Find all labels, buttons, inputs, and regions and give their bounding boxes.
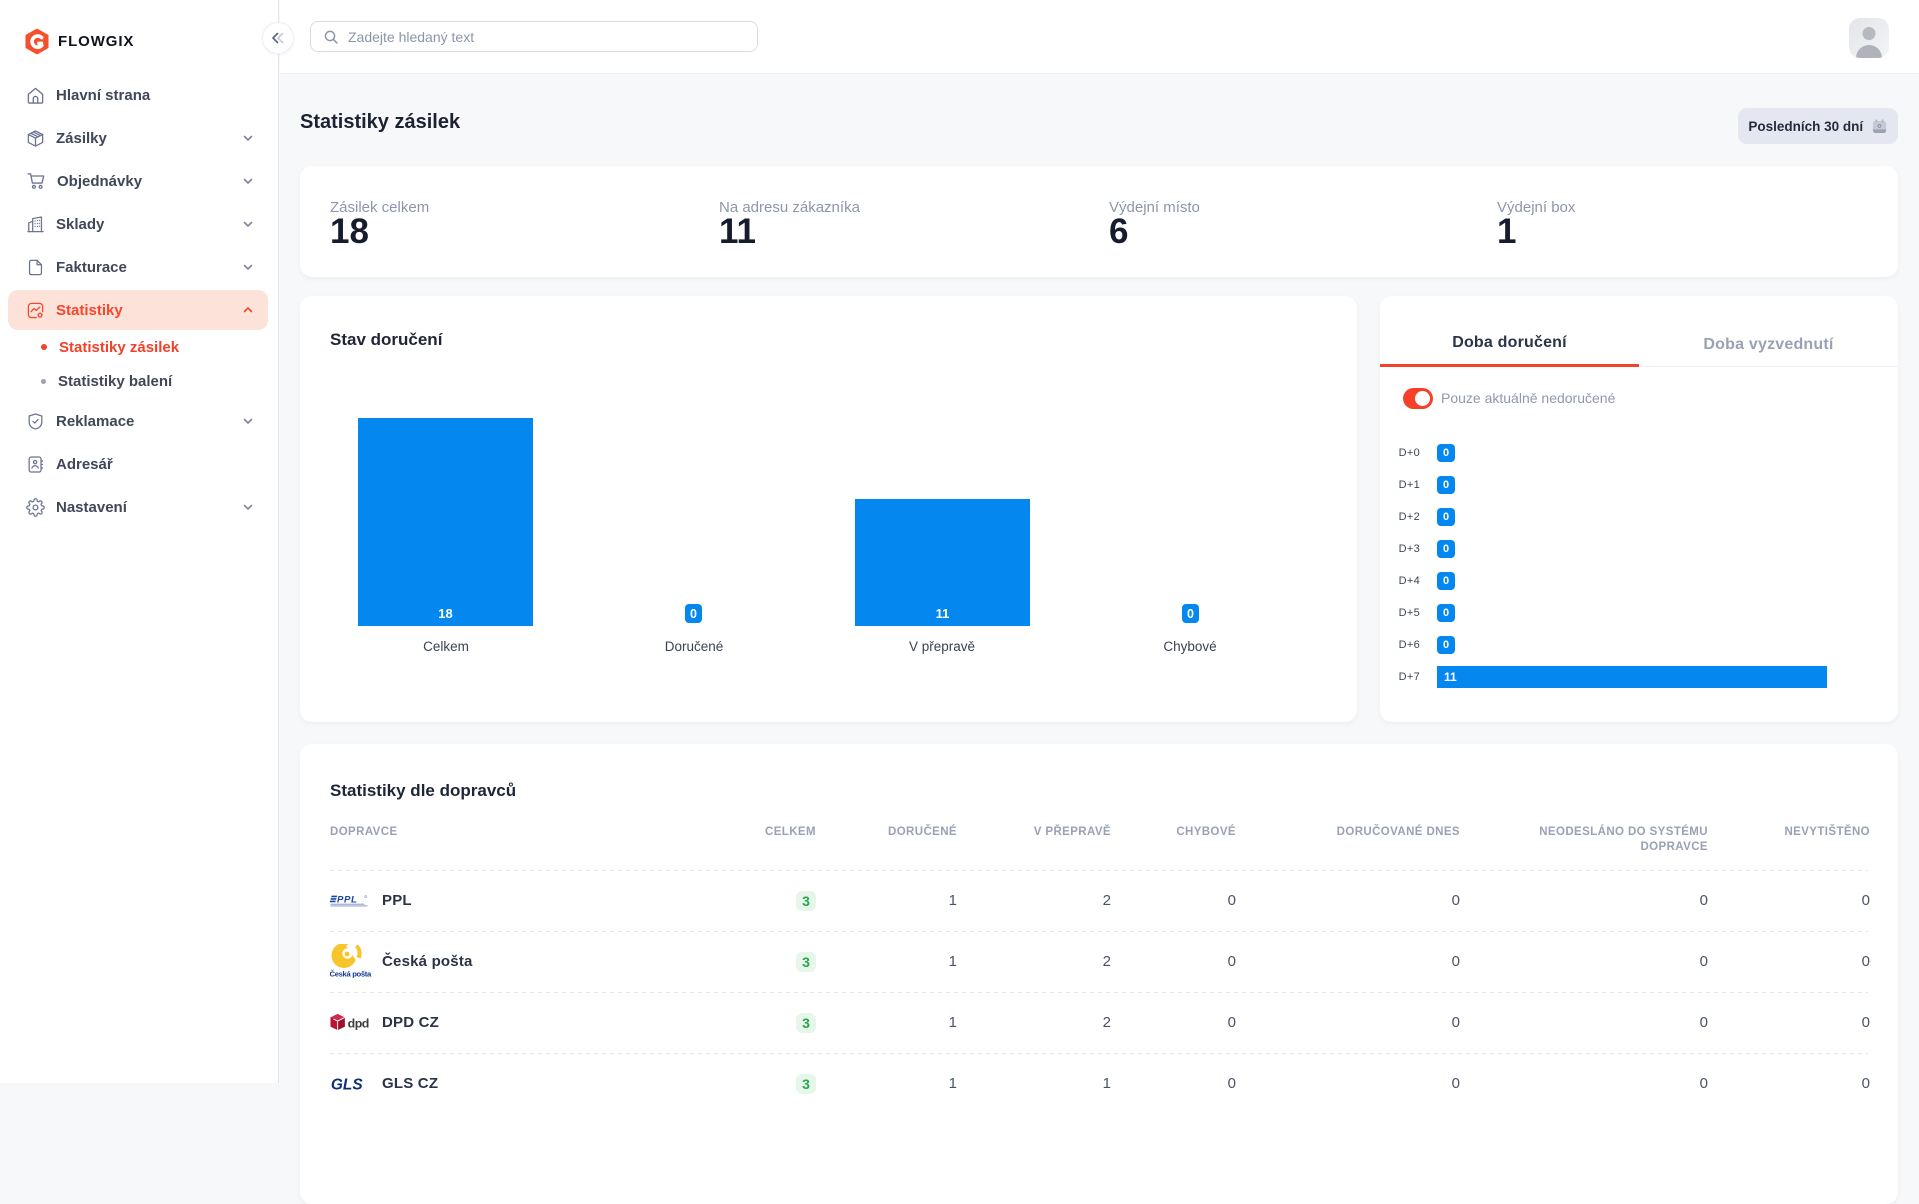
svg-text:Česká pošta: Česká pošta: [330, 969, 373, 978]
svg-text:GLS: GLS: [331, 1076, 363, 1093]
svg-text:dpd: dpd: [348, 1016, 369, 1030]
